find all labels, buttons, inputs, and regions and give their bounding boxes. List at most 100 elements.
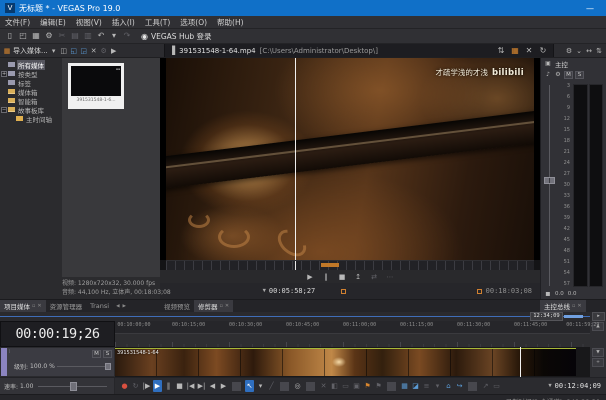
menu-tools[interactable]: 工具(T) [140,17,175,28]
menu-edit[interactable]: 编辑(E) [35,17,71,28]
minimize-button[interactable]: — [579,4,601,13]
region-icon[interactable]: ⚑ [374,380,383,392]
go-to-start-icon[interactable]: |◀ [186,380,195,392]
trimmer-mini-timeline[interactable] [166,260,534,271]
next-frame-icon[interactable]: ▶ [219,380,228,392]
scrollbar-thumb[interactable] [563,315,583,318]
separator[interactable] [280,381,289,391]
out-point-icon[interactable] [476,288,482,294]
video-preview-icon[interactable]: ◪ [411,380,420,392]
import-dropdown-icon[interactable]: ▾ [49,45,59,57]
track-solo-button[interactable]: S [103,350,112,358]
redo-icon[interactable]: ↷ [121,30,133,42]
video-track-header[interactable]: ⁞ M S 级别: 100.0 % [0,347,115,377]
delete-icon[interactable]: ✕ [319,380,328,392]
device-dropdown-icon[interactable]: ▾ [433,380,442,392]
device-icon[interactable]: ≡ [422,380,431,392]
mixer-icon[interactable]: ▦ [400,380,409,392]
cursor-position-readout[interactable]: ▼ 00:12:04;09 [548,382,601,390]
tree-expander-icon[interactable]: − [1,106,7,113]
marker-icon[interactable]: ⚑ [363,380,372,392]
media-properties-icon[interactable]: ⚙ [99,45,109,57]
lock-icon[interactable]: ▪ [545,288,551,300]
timeline-timecode-display[interactable]: 00:00:19;26 [0,321,115,347]
swap-icon[interactable]: ⇄ [370,271,379,283]
copy-icon[interactable]: ▤ [69,30,81,42]
refresh-icon[interactable]: ↻ [537,45,549,57]
tree-expander-icon[interactable] [1,89,7,95]
loop-playback-icon[interactable]: ↻ [131,380,140,392]
edit-tool-icon[interactable]: ↖ [245,380,254,392]
play-from-start-icon[interactable]: |▶ [142,380,151,392]
scroll-down-button[interactable]: ▼ [592,348,604,357]
timeline-clip-area[interactable]: 391531548-1-64 [115,347,590,377]
close-icon[interactable]: ✕ [577,303,581,309]
envelope-tool-icon[interactable]: ╱ [267,380,276,392]
tree-expander-icon[interactable]: + [1,70,7,77]
share-icon[interactable]: ↪ [455,380,464,392]
tree-expander-icon[interactable] [1,62,7,68]
tab-transitions[interactable]: Transi [86,300,113,312]
dropdown-icon[interactable]: ⌄ [574,45,584,57]
layout-icon[interactable]: ⇅ [594,45,604,57]
auto-preview-icon[interactable]: ▶ [109,45,119,57]
close-icon[interactable]: ✕ [37,303,41,309]
new-project-icon[interactable]: ▯ [4,30,16,42]
tab-scroll-left-icon[interactable]: ◀ [116,304,119,309]
trimmer-mini-cursor[interactable] [294,261,296,271]
resize-icon[interactable]: ↔ [584,45,594,57]
menu-file[interactable]: 文件(F) [0,17,35,28]
zoom-in-button[interactable]: + [592,358,604,367]
pause-icon[interactable]: ‖ [322,271,331,283]
solo-button[interactable]: S [575,70,584,79]
menu-help[interactable]: 帮助(H) [212,17,249,28]
pause-icon[interactable]: ‖ [164,380,173,392]
play-icon[interactable]: ▶ [153,380,162,392]
menu-view[interactable]: 视图(V) [71,17,107,28]
more-icon[interactable]: ⋯ [386,271,395,283]
history-icon[interactable]: ▦ [509,45,521,57]
views-grid-icon[interactable]: ▦ [2,45,12,57]
vegas-hub-login[interactable]: ◉ VEGAS Hub 登录 [141,31,211,42]
settings-icon[interactable]: ⚙ [564,45,574,57]
cut-icon[interactable]: ✂ [56,30,68,42]
import-media-button[interactable]: 导入媒体... [13,46,48,56]
pin-icon[interactable]: ▫ [572,303,575,309]
home-icon[interactable]: ⌂ [444,380,453,392]
extract-audio-icon[interactable]: ◱ [69,45,79,57]
tool-dropdown-icon[interactable]: ▾ [256,380,265,392]
pin-icon[interactable]: ▫ [32,303,35,309]
pin-icon[interactable]: ▫ [220,303,223,309]
level-slider-handle[interactable] [105,363,111,370]
timeline-cursor[interactable] [520,347,522,377]
capture-video-icon[interactable]: ◫ [59,45,69,57]
rate-slider[interactable] [38,381,107,391]
separator[interactable] [232,381,241,391]
tree-expander-icon[interactable] [9,116,15,122]
separator[interactable] [306,381,315,391]
sort-icon[interactable]: ⇅ [495,45,507,57]
tab-project-media[interactable]: 项目媒体 ▫ ✕ [0,300,46,312]
menu-options[interactable]: 选项(O) [175,17,212,28]
zoom-tool-icon[interactable]: ◎ [293,380,302,392]
stop-icon[interactable]: ■ [338,271,347,283]
close-icon[interactable]: ✕ [225,303,229,309]
tab-video-preview[interactable]: 视频预览 [160,300,194,312]
play-icon[interactable]: ▶ [306,271,315,283]
media-thumbnail[interactable]: ▪▪ 391531548-1-6... [68,63,124,109]
undo-dropdown-icon[interactable]: ▾ [108,30,120,42]
bus-fx-icon[interactable]: ⚙ [554,69,562,81]
track-mute-button[interactable]: M [92,350,101,358]
lock-envelopes-icon[interactable]: ▣ [352,380,361,392]
save-project-icon[interactable]: ▦ [30,30,42,42]
external-monitor-icon[interactable]: ↗ [481,380,490,392]
master-fader[interactable] [544,83,557,288]
timeline-ruler[interactable]: 00:10:00;00 00:10:15;00 00:10:30;00 00:10:4… [115,321,599,347]
tab-master-bus[interactable]: 主控总线 ▫ ✕ [540,300,586,312]
separator[interactable] [468,381,477,391]
stop-icon[interactable]: ■ [175,380,184,392]
tree-expander-icon[interactable] [1,80,7,86]
fader-handle[interactable] [544,177,555,185]
snap-icon[interactable]: ◧ [330,380,339,392]
trimmer-position[interactable]: ▼ 00:05:58;27 [263,287,316,295]
